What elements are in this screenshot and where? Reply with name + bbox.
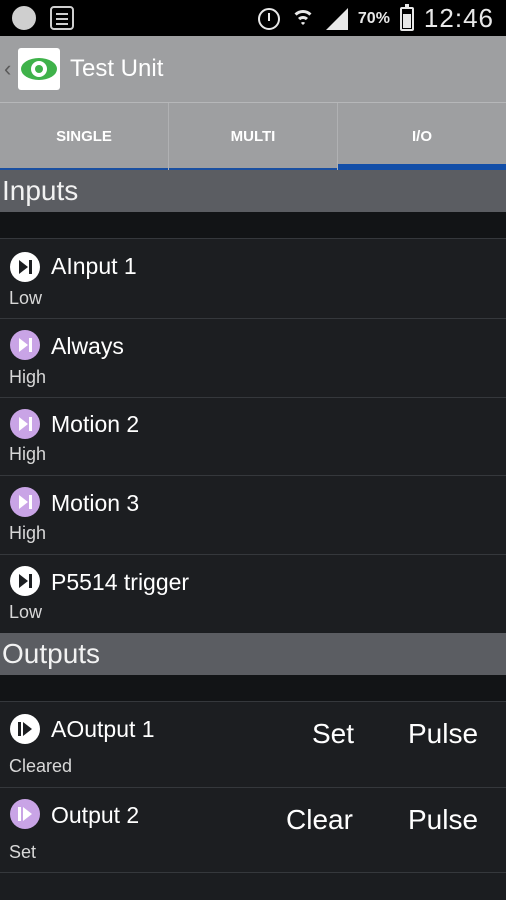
section-spacer (0, 212, 506, 238)
pulse-button[interactable]: Pulse (408, 804, 478, 836)
input-name: Motion 2 (51, 411, 140, 437)
set-button[interactable]: Set (312, 718, 354, 750)
tab-multi[interactable]: MULTI (169, 103, 338, 170)
output-row-aoutput-1: AOutput 1 Cleared Set Pulse (0, 701, 506, 787)
play-pause-icon (10, 252, 40, 282)
output-name: AOutput 1 (51, 716, 155, 742)
input-row-p5514-trigger[interactable]: P5514 trigger Low (0, 554, 506, 632)
outputs-section-header: Outputs (0, 633, 506, 675)
battery-icon (399, 3, 414, 31)
output-name: Output 2 (51, 802, 140, 828)
pause-play-icon (10, 799, 40, 829)
tab-label: I/O (411, 128, 432, 145)
input-state: Low (9, 602, 43, 622)
input-state: Low (9, 288, 43, 308)
input-name: Motion 3 (51, 490, 140, 516)
input-name: AInput 1 (51, 253, 137, 279)
app-logo[interactable] (18, 48, 60, 90)
tab-bar: SINGLE MULTI I/O (0, 102, 506, 170)
clock: 12:46 (423, 3, 494, 33)
play-pause-icon (10, 487, 40, 517)
play-pause-icon (10, 409, 40, 439)
wifi-icon (290, 8, 316, 30)
clear-button[interactable]: Clear (286, 804, 353, 836)
battery-level (402, 13, 411, 28)
input-state: High (9, 523, 47, 543)
output-state: Cleared (9, 756, 73, 776)
input-name: P5514 trigger (51, 569, 190, 595)
input-row-ainput-1[interactable]: AInput 1 Low (0, 238, 506, 318)
pause-play-icon (10, 714, 40, 744)
input-row-motion-3[interactable]: Motion 3 High (0, 475, 506, 554)
output-state: Set (9, 842, 37, 862)
section-title: Outputs (2, 638, 101, 669)
input-row-always[interactable]: Always High (0, 318, 506, 397)
page-title: Test Unit (70, 55, 164, 82)
output-row-output-2: Output 2 Set Clear Pulse (0, 787, 506, 873)
cell-signal-icon (325, 7, 348, 30)
play-pause-icon (10, 330, 40, 360)
action-bar: ‹ Test Unit (0, 36, 506, 102)
input-row-motion-2[interactable]: Motion 2 High (0, 397, 506, 475)
tab-single[interactable]: SINGLE (0, 103, 169, 170)
input-name: Always (51, 333, 124, 359)
system-icons: 70% 12:46 (257, 3, 494, 34)
battery-percent: 70% (357, 9, 390, 27)
section-title: Inputs (2, 175, 79, 206)
tab-io[interactable]: I/O (338, 103, 506, 170)
tab-label: SINGLE (56, 128, 112, 145)
tab-label: MULTI (230, 128, 276, 145)
input-state: High (9, 367, 47, 387)
accessibility-icon (12, 6, 36, 30)
inputs-section-header: Inputs (0, 170, 506, 212)
input-state: High (9, 444, 47, 464)
pulse-button[interactable]: Pulse (408, 718, 478, 750)
back-chevron-icon[interactable]: ‹ (4, 58, 16, 80)
notes-icon (50, 6, 74, 30)
play-pause-icon (10, 566, 40, 596)
status-bar: 70% 12:46 (0, 0, 506, 36)
section-spacer (0, 675, 506, 701)
alarm-icon (257, 7, 280, 30)
notification-icons (12, 6, 74, 30)
